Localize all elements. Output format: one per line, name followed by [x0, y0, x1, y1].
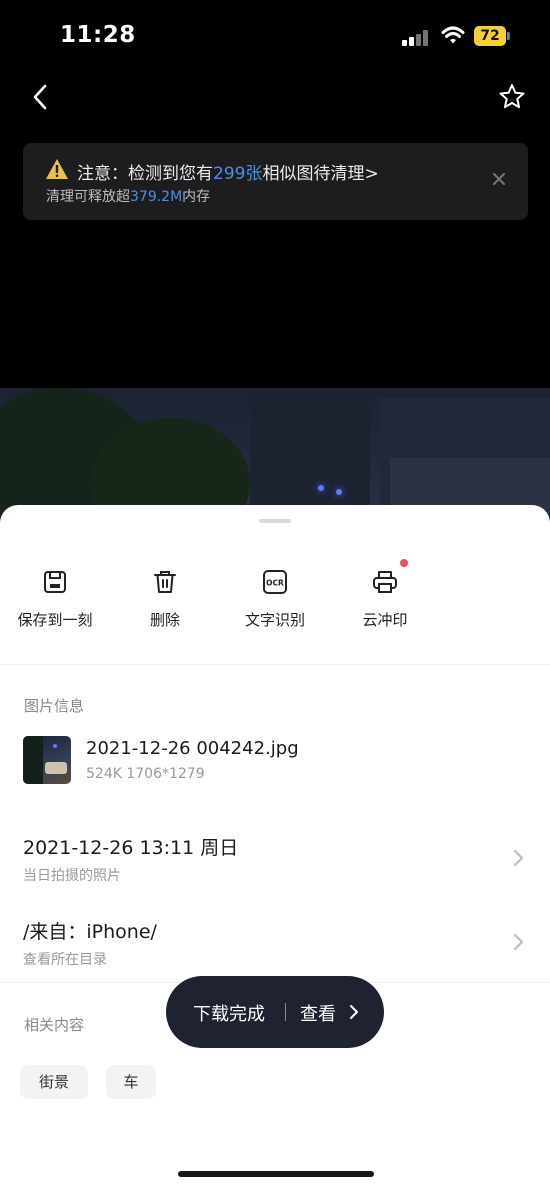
- notice-count: 299张: [213, 164, 263, 184]
- cellular-signal-icon: [402, 30, 430, 46]
- cloud-print-button[interactable]: 云冲印: [330, 563, 440, 643]
- svg-text:OCR: OCR: [266, 579, 284, 588]
- battery-icon: 72: [474, 26, 510, 46]
- status-time: 11:28: [60, 22, 136, 48]
- toast-status: 下载完成: [193, 1004, 265, 1025]
- printer-icon: [373, 571, 397, 593]
- back-icon[interactable]: [28, 80, 54, 114]
- delete-button[interactable]: 删除: [110, 563, 220, 643]
- ocr-icon: OCR: [263, 570, 287, 594]
- notice-size: 379.2M: [130, 189, 183, 205]
- warning-icon: [46, 159, 68, 179]
- trash-icon: [154, 571, 176, 593]
- image-info-title: 图片信息: [24, 697, 85, 715]
- date-subtext: 当日拍摄的照片: [23, 868, 121, 884]
- close-icon[interactable]: [492, 172, 506, 186]
- home-indicator[interactable]: [178, 1171, 374, 1177]
- cleanup-notice[interactable]: 注意：检测到您有299张相似图待清理> 清理可释放超379.2M内存: [23, 143, 528, 220]
- download-toast: 下载完成 查看: [166, 976, 384, 1048]
- chevron-right-icon: [514, 850, 523, 866]
- date-text: 2021-12-26 13:11 周日: [23, 837, 239, 859]
- source-text: /来自：iPhone/: [23, 921, 157, 943]
- tag-street[interactable]: 街景: [20, 1065, 88, 1099]
- sheet-handle[interactable]: [259, 519, 291, 523]
- date-row[interactable]: 2021-12-26 13:11 周日 当日拍摄的照片: [0, 833, 550, 899]
- save-to-yike-button[interactable]: 保存到一刻: [0, 563, 110, 643]
- chevron-right-icon[interactable]: [349, 1004, 359, 1020]
- wifi-icon: [441, 26, 465, 44]
- divider: [0, 664, 550, 665]
- toast-separator: [285, 1003, 286, 1021]
- file-thumbnail: [23, 736, 71, 784]
- related-title: 相关内容: [24, 1016, 85, 1034]
- save-icon: [44, 571, 66, 593]
- status-bar: 11:28 72: [0, 0, 550, 72]
- new-badge: [400, 559, 408, 567]
- source-row[interactable]: /来自：iPhone/ 查看所在目录: [0, 917, 550, 983]
- top-nav: [0, 80, 550, 114]
- ocr-button[interactable]: OCR 文字识别: [220, 563, 330, 643]
- star-icon[interactable]: [498, 82, 526, 112]
- tag-car[interactable]: 车: [106, 1065, 156, 1099]
- action-bar: 保存到一刻 删除 OCR 文字识别 云冲印: [0, 563, 550, 643]
- battery-level: 72: [474, 26, 506, 46]
- toast-view-button[interactable]: 查看: [300, 1000, 336, 1026]
- file-meta: 524K 1706*1279: [86, 766, 205, 782]
- source-subtext: 查看所在目录: [23, 952, 107, 968]
- notice-title: 注意：检测到您有299张相似图待清理>: [77, 164, 379, 184]
- file-name: 2021-12-26 004242.jpg: [86, 738, 299, 759]
- chevron-right-icon: [514, 934, 523, 950]
- notice-subtitle: 清理可释放超379.2M内存: [46, 189, 211, 205]
- detail-sheet: 保存到一刻 删除 OCR 文字识别 云冲印 图片信息 2021-12-26 00…: [0, 505, 550, 1190]
